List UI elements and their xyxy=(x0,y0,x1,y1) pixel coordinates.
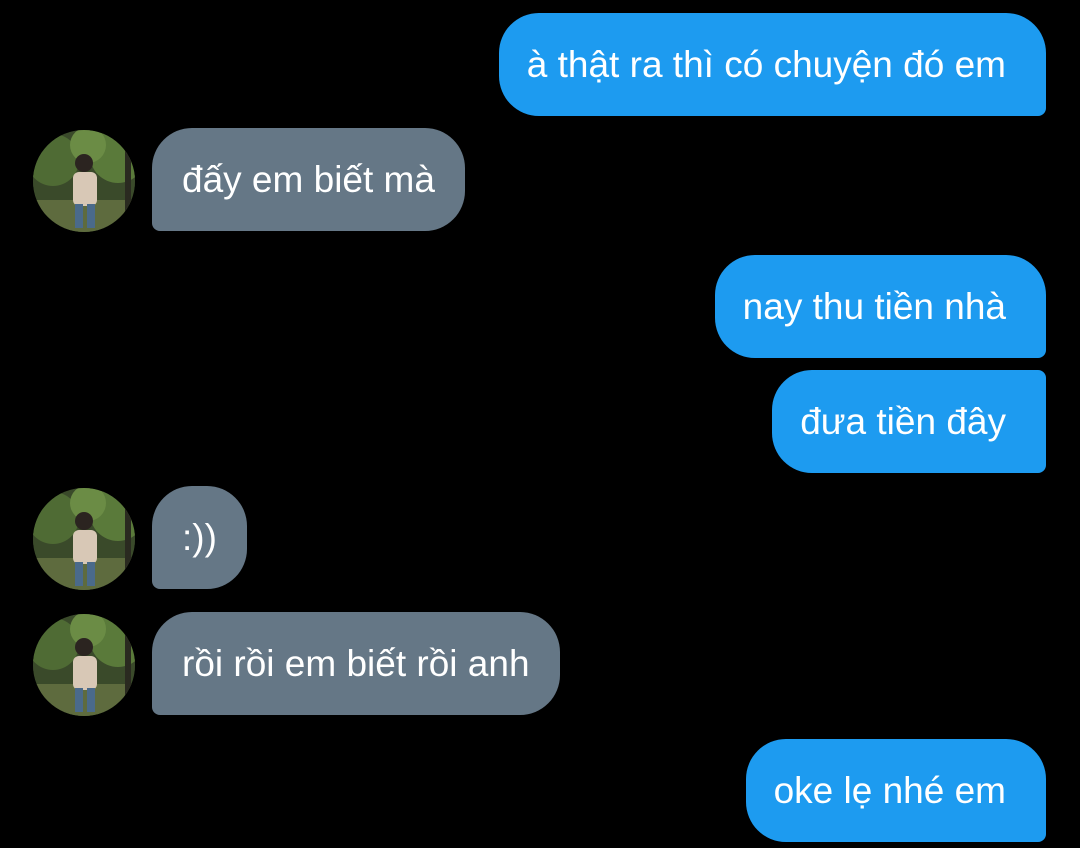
sent-message-bubble[interactable]: à thật ra thì có chuyện đó em xyxy=(498,13,1046,116)
received-message-bubble[interactable]: rồi rồi em biết rồi anh xyxy=(152,612,560,715)
contact-photo-avatar-icon xyxy=(33,614,135,716)
contact-photo-avatar-icon xyxy=(33,130,135,232)
message-text: :)) xyxy=(182,517,217,558)
sent-message-bubble[interactable]: nay thu tiền nhà xyxy=(714,255,1046,358)
message-text: rồi rồi em biết rồi anh xyxy=(182,643,530,684)
message-text: nay thu tiền nhà xyxy=(742,286,1006,327)
sent-message-bubble[interactable]: đưa tiền đây xyxy=(772,370,1046,473)
message-text: à thật ra thì có chuyện đó em xyxy=(526,44,1006,85)
message-text: đưa tiền đây xyxy=(800,401,1006,442)
sent-message-bubble[interactable]: oke lẹ nhé em xyxy=(745,739,1046,842)
contact-photo-avatar-icon xyxy=(33,488,135,590)
contact-avatar[interactable] xyxy=(33,614,135,716)
message-text: đấy em biết mà xyxy=(182,159,435,200)
message-text: oke lẹ nhé em xyxy=(773,770,1006,811)
contact-avatar[interactable] xyxy=(33,488,135,590)
received-message-bubble[interactable]: :)) xyxy=(152,486,247,589)
received-message-bubble[interactable]: đấy em biết mà xyxy=(152,128,465,231)
contact-avatar[interactable] xyxy=(33,130,135,232)
